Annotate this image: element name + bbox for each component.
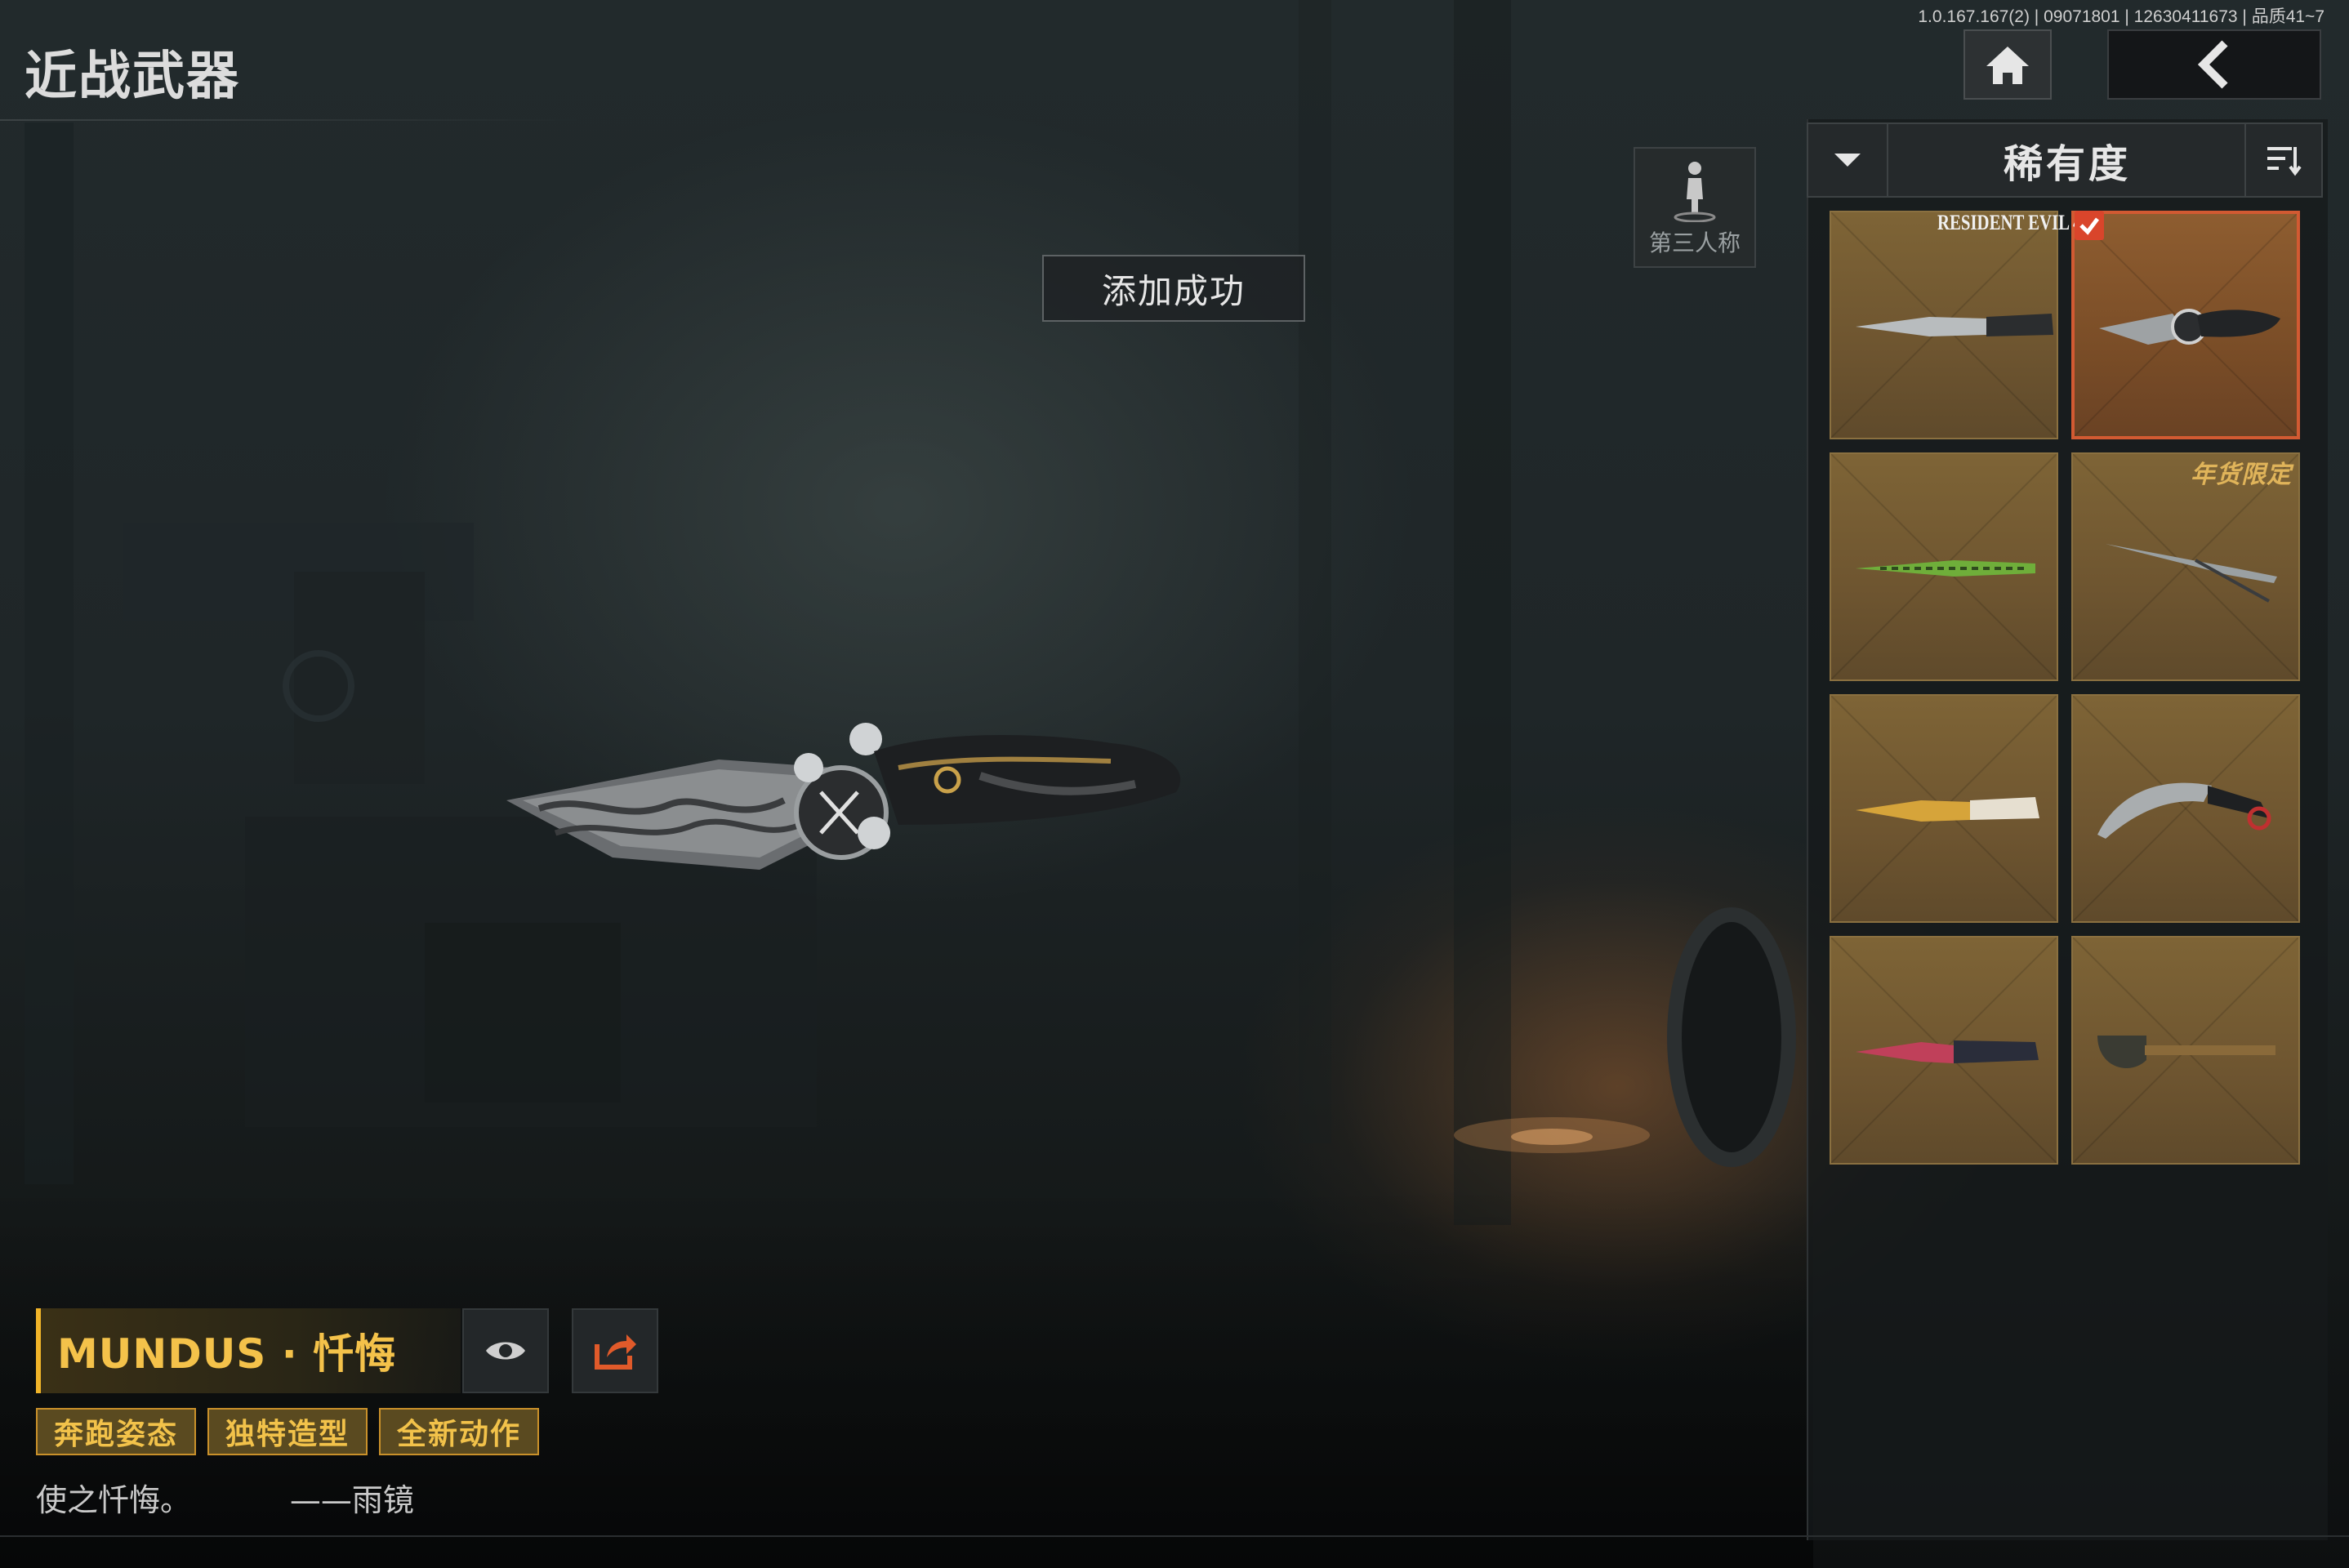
- tag-unique-model: 独特造型: [207, 1408, 368, 1455]
- toast-message: 添加成功: [1042, 255, 1305, 322]
- item-karambit[interactable]: [2071, 694, 2300, 923]
- quote-text: 使之忏悔。: [36, 1482, 192, 1518]
- limited-edition-badge: 年货限定: [2191, 461, 2292, 489]
- third-person-toggle[interactable]: 第三人称: [1634, 147, 1756, 268]
- home-icon: [1986, 47, 2029, 84]
- tag-new-actions: 全新动作: [379, 1408, 539, 1455]
- item-green-blade[interactable]: [1830, 452, 2058, 681]
- sort-label[interactable]: 稀有度: [1887, 124, 2248, 196]
- page-title: 近战武器: [25, 47, 240, 107]
- chevron-left-icon: [2197, 40, 2228, 89]
- back-button[interactable]: [2107, 29, 2321, 100]
- equipped-check-icon: [2075, 211, 2104, 240]
- item-combat-knife[interactable]: [1830, 211, 2058, 439]
- tag-running-stance: 奔跑姿态: [36, 1408, 196, 1455]
- share-icon: [595, 1334, 636, 1370]
- shovel-icon: [2097, 1036, 2275, 1068]
- title-divider: [0, 119, 588, 121]
- share-button[interactable]: [572, 1308, 658, 1393]
- quote-author: ——雨镜: [289, 1482, 414, 1518]
- bottom-divider: [0, 1535, 2349, 1537]
- item-shovel[interactable]: [2071, 936, 2300, 1165]
- karambit-icon: [2097, 782, 2271, 839]
- resident-evil-badge: RESIDENT EVIL 4: [1937, 211, 2082, 234]
- item-gold-knife[interactable]: [1830, 694, 2058, 923]
- item-ornate-knife[interactable]: [2071, 211, 2300, 439]
- view-mode-label: 第三人称: [1648, 229, 1741, 256]
- sort-bar: 稀有度: [1807, 122, 2323, 198]
- weapon-preview[interactable]: [490, 702, 1307, 915]
- chevron-down-icon: [1834, 154, 1861, 167]
- weapon-name: MUNDUS · 忏悔: [57, 1330, 397, 1378]
- sort-order-icon: [2267, 147, 2302, 176]
- green-blade-icon: [1856, 560, 2035, 577]
- gold-knife-icon: [1856, 797, 2039, 822]
- version-info: 1.0.167.167(2) | 09071801 | 12630411673 …: [1918, 7, 2324, 26]
- red-knife-icon: [1856, 1040, 2039, 1063]
- item-red-knife[interactable]: [1830, 936, 2058, 1165]
- weapon-quote: 使之忏悔。 ——雨镜: [36, 1475, 414, 1520]
- weapon-name-panel: MUNDUS · 忏悔: [36, 1308, 461, 1393]
- eye-icon: [486, 1342, 525, 1360]
- sort-order-button[interactable]: [2244, 124, 2321, 196]
- combat-knife-icon: [1856, 314, 2053, 336]
- sort-dropdown-button[interactable]: [1808, 124, 1888, 196]
- preview-button[interactable]: [462, 1308, 549, 1393]
- home-button[interactable]: [1963, 29, 2052, 100]
- ornate-knife-icon: [2099, 309, 2280, 345]
- person-icon: [1674, 162, 1716, 222]
